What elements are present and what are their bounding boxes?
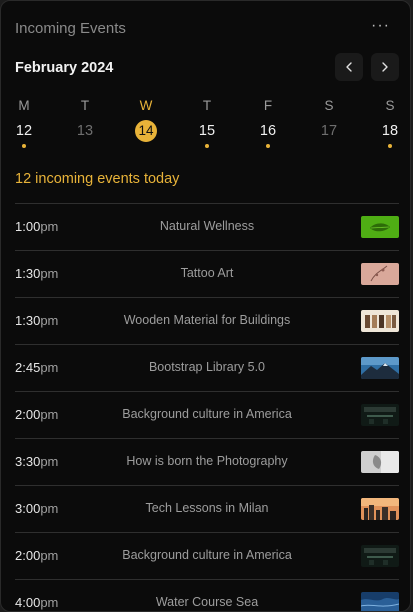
event-title: Tattoo Art [180, 266, 234, 280]
event-title: Natural Wellness [159, 219, 255, 233]
event-time-value: 3:00 [15, 501, 41, 516]
event-row[interactable]: 4:00pm Water Course Sea [15, 579, 399, 611]
day-of-week-label: S [324, 98, 334, 113]
next-week-button[interactable] [371, 53, 399, 81]
event-time-period: pm [40, 501, 59, 516]
event-time-period: pm [40, 454, 59, 469]
widget-title: Incoming Events [15, 20, 126, 37]
event-time-value: 1:00 [15, 219, 41, 234]
event-thumbnail-dark-room [361, 545, 399, 567]
event-time: 1:00pm [15, 219, 58, 234]
more-options-icon[interactable]: ··· [371, 17, 390, 35]
chevron-left-icon [346, 62, 352, 72]
day-of-week-label: T [202, 98, 212, 113]
event-time-value: 2:45 [15, 360, 41, 375]
event-time: 4:00pm [15, 595, 58, 610]
event-indicator-dot [144, 145, 148, 149]
event-time-period: pm [40, 548, 59, 563]
day-number: 17 [320, 123, 338, 139]
event-time-value: 1:30 [15, 313, 41, 328]
event-row[interactable]: 2:00pm Background culture in America [15, 532, 399, 579]
event-thumbnail-green-leaf [361, 216, 399, 238]
event-time-value: 2:00 [15, 548, 41, 563]
events-list: 1:00pm Natural Wellness 1:30pm Tattoo Art 1:… [15, 203, 399, 611]
day-number: 16 [259, 123, 277, 139]
calendar-day[interactable]: W 14 [126, 97, 166, 149]
event-row[interactable]: 2:45pm Bootstrap Library 5.0 [15, 344, 399, 391]
event-time: 1:30pm [15, 266, 58, 281]
event-time-period: pm [40, 219, 59, 234]
day-of-week-label: F [263, 98, 273, 113]
event-time: 2:00pm [15, 407, 58, 422]
event-time-period: pm [40, 595, 59, 610]
event-time-value: 2:00 [15, 407, 41, 422]
day-number: 14 [135, 120, 157, 142]
event-time-period: pm [40, 407, 59, 422]
event-thumbnail-sea [361, 592, 399, 611]
week-strip: M 12 T 13 W 14 T 15 F 16 S 17 S 18 [1, 97, 410, 149]
event-title: How is born the Photography [126, 454, 288, 468]
event-row[interactable]: 1:30pm Wooden Material for Buildings [15, 297, 399, 344]
event-time: 2:00pm [15, 548, 58, 563]
event-row[interactable]: 1:30pm Tattoo Art [15, 250, 399, 297]
event-thumbnail-dark-room [361, 404, 399, 426]
month-label: February 2024 [15, 60, 114, 76]
event-time: 2:45pm [15, 360, 58, 375]
incoming-events-widget: Incoming Events ··· February 2024 M 12 T 13… [0, 0, 411, 612]
event-time-value: 4:00 [15, 595, 41, 610]
event-indicator-dot [266, 144, 270, 148]
event-time-period: pm [40, 313, 59, 328]
event-title: Background culture in America [122, 548, 292, 562]
event-indicator-dot [22, 144, 26, 148]
calendar-day[interactable]: F 16 [248, 97, 288, 148]
events-summary: 12 incoming events today [15, 171, 180, 187]
event-time: 3:30pm [15, 454, 58, 469]
calendar-day[interactable]: S 17 [309, 97, 349, 148]
event-time-period: pm [40, 266, 59, 281]
day-of-week-label: T [80, 98, 90, 113]
event-time-period: pm [40, 360, 59, 375]
event-thumbnail-mountain [361, 357, 399, 379]
event-thumbnail-wood [361, 310, 399, 332]
previous-week-button[interactable] [335, 53, 363, 81]
event-row[interactable]: 3:30pm How is born the Photography [15, 438, 399, 485]
event-title: Bootstrap Library 5.0 [148, 360, 266, 374]
event-indicator-dot [327, 144, 331, 148]
day-of-week-label: W [139, 98, 153, 113]
day-number: 13 [76, 123, 94, 139]
calendar-day[interactable]: T 13 [65, 97, 105, 148]
event-title: Background culture in America [122, 407, 292, 421]
event-indicator-dot [83, 144, 87, 148]
event-time-value: 1:30 [15, 266, 41, 281]
calendar-day[interactable]: S 18 [370, 97, 410, 148]
chevron-right-icon [382, 62, 388, 72]
day-of-week-label: M [18, 98, 30, 113]
event-thumbnail-photo [361, 451, 399, 473]
calendar-day[interactable]: M 12 [4, 97, 44, 148]
event-title: Water Course Sea [155, 595, 259, 609]
event-time: 1:30pm [15, 313, 58, 328]
event-thumbnail-city-sunset [361, 498, 399, 520]
event-row[interactable]: 2:00pm Background culture in America [15, 391, 399, 438]
day-number: 12 [15, 123, 33, 139]
event-thumbnail-tattoo [361, 263, 399, 285]
calendar-day[interactable]: T 15 [187, 97, 227, 148]
event-title: Tech Lessons in Milan [145, 501, 269, 515]
event-row[interactable]: 1:00pm Natural Wellness [15, 203, 399, 250]
event-row[interactable]: 3:00pm Tech Lessons in Milan [15, 485, 399, 532]
event-time: 3:00pm [15, 501, 58, 516]
event-indicator-dot [205, 144, 209, 148]
day-of-week-label: S [385, 98, 395, 113]
day-number: 15 [198, 123, 216, 139]
event-time-value: 3:30 [15, 454, 41, 469]
event-title: Wooden Material for Buildings [123, 313, 291, 327]
day-number: 18 [381, 123, 399, 139]
event-indicator-dot [388, 144, 392, 148]
